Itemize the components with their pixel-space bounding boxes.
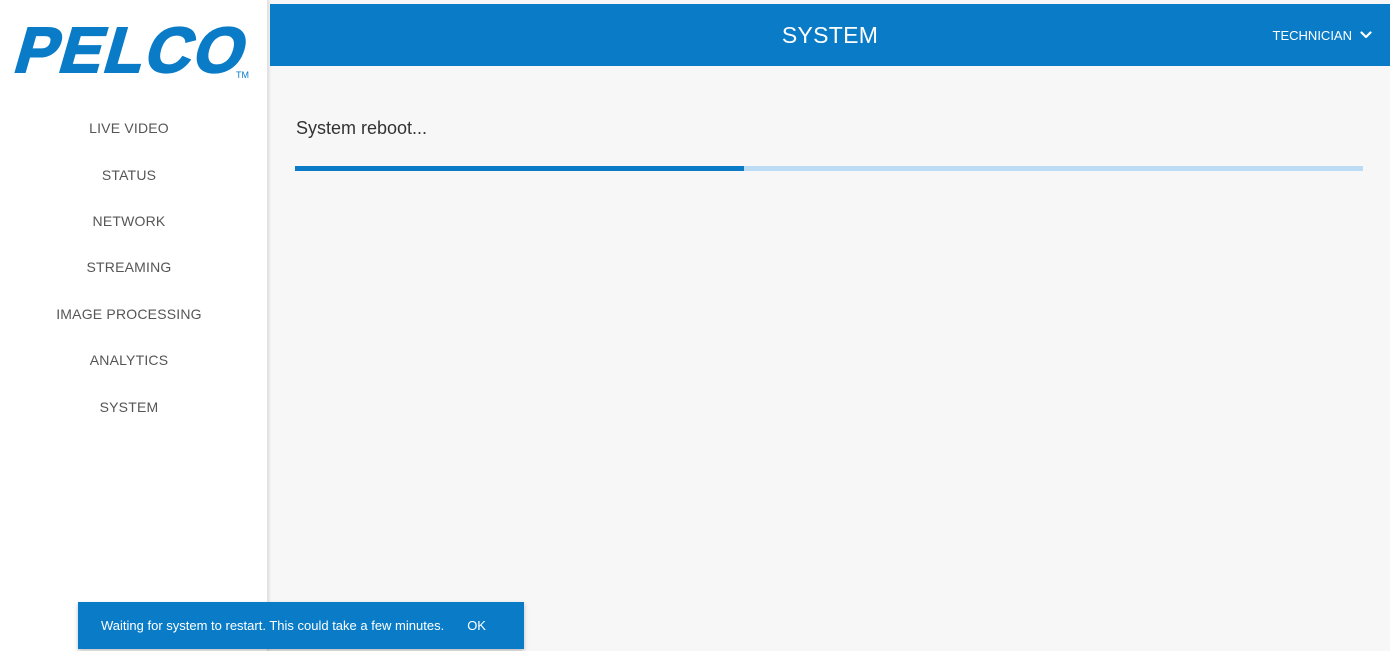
sidebar-nav: LIVE VIDEO STATUS NETWORK STREAMING IMAG…: [0, 105, 258, 430]
restart-snackbar: Waiting for system to restart. This coul…: [78, 602, 524, 649]
user-menu-label: TECHNICIAN: [1272, 27, 1352, 43]
sidebar-item-label: IMAGE PROCESSING: [56, 305, 202, 322]
sidebar-item-label: NETWORK: [92, 212, 166, 229]
sidebar-item-label: SYSTEM: [99, 398, 159, 415]
sidebar-item-analytics[interactable]: ANALYTICS: [0, 337, 258, 383]
sidebar-item-label: STATUS: [101, 166, 157, 183]
snackbar-ok-button[interactable]: OK: [467, 618, 486, 633]
sidebar-item-live-video[interactable]: LIVE VIDEO: [0, 105, 258, 151]
chevron-down-icon: [1360, 31, 1372, 39]
sidebar-item-network[interactable]: NETWORK: [0, 198, 258, 244]
sidebar-item-image-processing[interactable]: IMAGE PROCESSING: [0, 291, 258, 337]
pelco-logo[interactable]: PELCO TM: [4, 12, 260, 82]
trademark-text: TM: [236, 70, 249, 80]
pelco-logo-text: PELCO: [7, 14, 258, 82]
user-menu-button[interactable]: TECHNICIAN: [1273, 4, 1372, 66]
sidebar-item-label: LIVE VIDEO: [89, 120, 169, 137]
reboot-progress-bar: [295, 166, 1363, 171]
sidebar-item-system[interactable]: SYSTEM: [0, 383, 258, 429]
reboot-progress-fill: [295, 166, 744, 171]
sidebar-item-label: ANALYTICS: [89, 352, 169, 369]
sidebar-item-streaming[interactable]: STREAMING: [0, 244, 258, 290]
top-header: SYSTEM TECHNICIAN: [270, 4, 1390, 66]
sidebar: PELCO TM LIVE VIDEO STATUS NETWORK STREA…: [0, 0, 268, 651]
snackbar-message: Waiting for system to restart. This coul…: [101, 618, 445, 633]
page-title: SYSTEM: [781, 21, 879, 48]
reboot-title: System reboot...: [296, 118, 428, 138]
sidebar-item-label: STREAMING: [86, 259, 172, 276]
sidebar-item-status[interactable]: STATUS: [0, 151, 258, 197]
